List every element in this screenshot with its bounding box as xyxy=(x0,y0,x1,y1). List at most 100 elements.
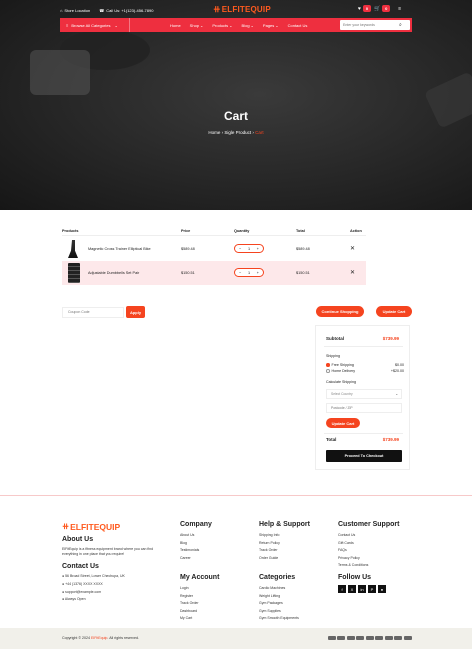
pinterest-icon[interactable]: P xyxy=(368,585,376,593)
footer-link[interactable]: Blog xyxy=(180,540,199,548)
product-name[interactable]: Adjustable Dumbbells Set Pair xyxy=(88,271,139,275)
footer-link[interactable]: About Us xyxy=(180,532,199,540)
phone-text: +44 (1376) XXXX XXXX xyxy=(65,581,103,586)
wishlist-count-badge: 0 xyxy=(362,5,371,12)
footer-link[interactable]: Career xyxy=(180,555,199,563)
country-select[interactable]: Select Country ⌄ xyxy=(326,389,402,399)
col-quantity: Quantity xyxy=(234,229,250,233)
copyright-brand-link[interactable]: ElFitEquip xyxy=(91,636,107,640)
footer-link[interactable]: Cardio Machines xyxy=(259,585,299,593)
shipping-option-free[interactable]: Free Shipping $0.00 xyxy=(326,363,404,367)
help-links: Shipping Info Return Policy Track Order … xyxy=(259,532,280,562)
nav-pages[interactable]: Pages ⌄ xyxy=(263,23,279,28)
total-label: Total xyxy=(326,437,337,442)
cart-icon[interactable]: 🛒 xyxy=(374,6,380,12)
quantity-stepper: − 1 + xyxy=(234,268,264,277)
footer-link[interactable]: Return Policy xyxy=(259,540,280,548)
search-input[interactable] xyxy=(343,23,399,27)
minus-icon[interactable]: − xyxy=(239,247,241,251)
coupon-input[interactable] xyxy=(62,306,124,318)
footer-link[interactable]: Gym Supplies xyxy=(259,608,299,616)
footer-link[interactable]: Gym Packages xyxy=(259,600,299,608)
categories-title: Categories xyxy=(259,574,296,581)
footer-link[interactable]: Order Guide xyxy=(259,555,280,563)
social-icons: f X in P ● xyxy=(338,585,386,593)
nav-blog-label: Blog xyxy=(241,22,250,28)
facebook-icon[interactable]: f xyxy=(338,585,346,593)
remove-icon[interactable]: ✕ xyxy=(350,269,355,276)
payment-icons xyxy=(326,636,412,640)
phone-item[interactable]: ● +44 (1376) XXXX XXXX xyxy=(62,581,125,589)
nav-blog[interactable]: Blog ⌄ xyxy=(242,23,254,28)
shipping-option-label: Free Shipping xyxy=(331,363,354,367)
subtotal-label: Subtotal xyxy=(326,336,344,341)
breadcrumb-product[interactable]: Sigle Product xyxy=(224,130,251,135)
apply-coupon-button[interactable]: Apply xyxy=(126,306,145,318)
footer-logo-text: ELFITEQUIP xyxy=(70,521,121,532)
menu-icon[interactable]: ≡ xyxy=(398,6,401,12)
nav-home[interactable]: Home xyxy=(170,23,181,28)
plus-icon[interactable]: + xyxy=(257,247,259,251)
product-price: $589.48 xyxy=(181,247,195,251)
footer-link[interactable]: Register xyxy=(180,593,199,601)
cart-summary: Subtotal $739.99 Shipping Free Shipping … xyxy=(315,325,410,470)
footer: ⧺ ELFITEQUIP About Us ElFitEquip is a fi… xyxy=(62,518,412,628)
footer-link[interactable]: Track Order xyxy=(180,600,199,608)
product-thumbnail[interactable] xyxy=(68,263,80,283)
nav-products-label: Products xyxy=(212,22,229,28)
store-locator-link[interactable]: Store Location xyxy=(64,8,90,13)
product-total: $150.51 xyxy=(296,271,310,275)
summary-update-cart-button[interactable]: Update Cart xyxy=(326,418,360,428)
product-name[interactable]: Magnetic Cross Trainer Elliptical Bike xyxy=(88,247,151,251)
heart-icon[interactable]: ♥ xyxy=(358,6,361,12)
nav-contact[interactable]: Contact Us xyxy=(288,23,308,28)
continue-shopping-button[interactable]: Continue Shopping xyxy=(316,306,364,317)
footer-link[interactable]: Dashboard xyxy=(180,608,199,616)
nav-products[interactable]: Products ⌄ xyxy=(212,23,232,28)
instagram-icon[interactable]: ● xyxy=(378,585,386,593)
update-cart-button[interactable]: Update Cart xyxy=(376,306,412,317)
search-icon[interactable]: ⌕ xyxy=(399,22,402,28)
footer-link[interactable]: Privacy Policy xyxy=(338,555,368,563)
copyright-suffix: . All rights reserved. xyxy=(107,636,139,640)
zip-input[interactable] xyxy=(326,403,402,413)
plus-icon[interactable]: + xyxy=(257,271,259,275)
shipping-option-value: +$20.00 xyxy=(390,369,404,373)
nav-shop[interactable]: Shop ⌄ xyxy=(190,23,204,28)
remove-icon[interactable]: ✕ xyxy=(350,245,355,252)
footer-link[interactable]: Weight Lifting xyxy=(259,593,299,601)
footer-link[interactable]: Login xyxy=(180,585,199,593)
browse-categories-button[interactable]: ≡ Browse All Categories ⌄ xyxy=(60,18,130,32)
breadcrumb-home[interactable]: Home xyxy=(208,130,220,135)
site-logo[interactable]: ⧺ ELFITEQUIP xyxy=(213,4,271,15)
col-total: Total xyxy=(296,229,305,233)
footer-link[interactable]: Gift Cards xyxy=(338,540,368,548)
footer-link[interactable]: Gym Smooth Equipments xyxy=(259,615,299,623)
linkedin-icon[interactable]: in xyxy=(358,585,366,593)
footer-link[interactable]: Testimonials xyxy=(180,547,199,555)
shipping-option-home[interactable]: Home Delivery +$20.00 xyxy=(326,369,404,373)
call-us-text: Call Us: +1(123)-456-7890 xyxy=(106,7,154,13)
footer-link[interactable]: Track Order xyxy=(259,547,280,555)
maestro-icon xyxy=(375,636,383,640)
nav-home-label: Home xyxy=(170,22,181,28)
main-navbar: ≡ Browse All Categories ⌄ Home Shop ⌄ Pro… xyxy=(60,18,412,32)
footer-link[interactable]: Contact Us xyxy=(338,532,368,540)
x-icon[interactable]: X xyxy=(348,585,356,593)
quantity-value[interactable]: 1 xyxy=(248,247,250,251)
header-icons: ♥ 0 🛒 0 ≡ xyxy=(358,5,401,12)
quantity-value[interactable]: 1 xyxy=(248,271,250,275)
email-item[interactable]: ● support@example.com xyxy=(62,589,125,597)
about-title: About Us xyxy=(62,536,94,543)
minus-icon[interactable]: − xyxy=(239,271,241,275)
footer-logo[interactable]: ⧺ ELFITEQUIP xyxy=(62,521,120,532)
radio-icon[interactable] xyxy=(326,369,330,373)
footer-link[interactable]: Terms & Conditions xyxy=(338,562,368,570)
footer-link[interactable]: My Cart xyxy=(180,615,199,623)
checkout-button[interactable]: Proceed To Checkout xyxy=(326,450,402,462)
chevron-down-icon: ⌄ xyxy=(229,22,233,28)
radio-checked-icon[interactable] xyxy=(326,363,330,367)
product-thumbnail[interactable] xyxy=(68,240,78,258)
footer-link[interactable]: Shipping Info xyxy=(259,532,280,540)
footer-link[interactable]: FAQs xyxy=(338,547,368,555)
